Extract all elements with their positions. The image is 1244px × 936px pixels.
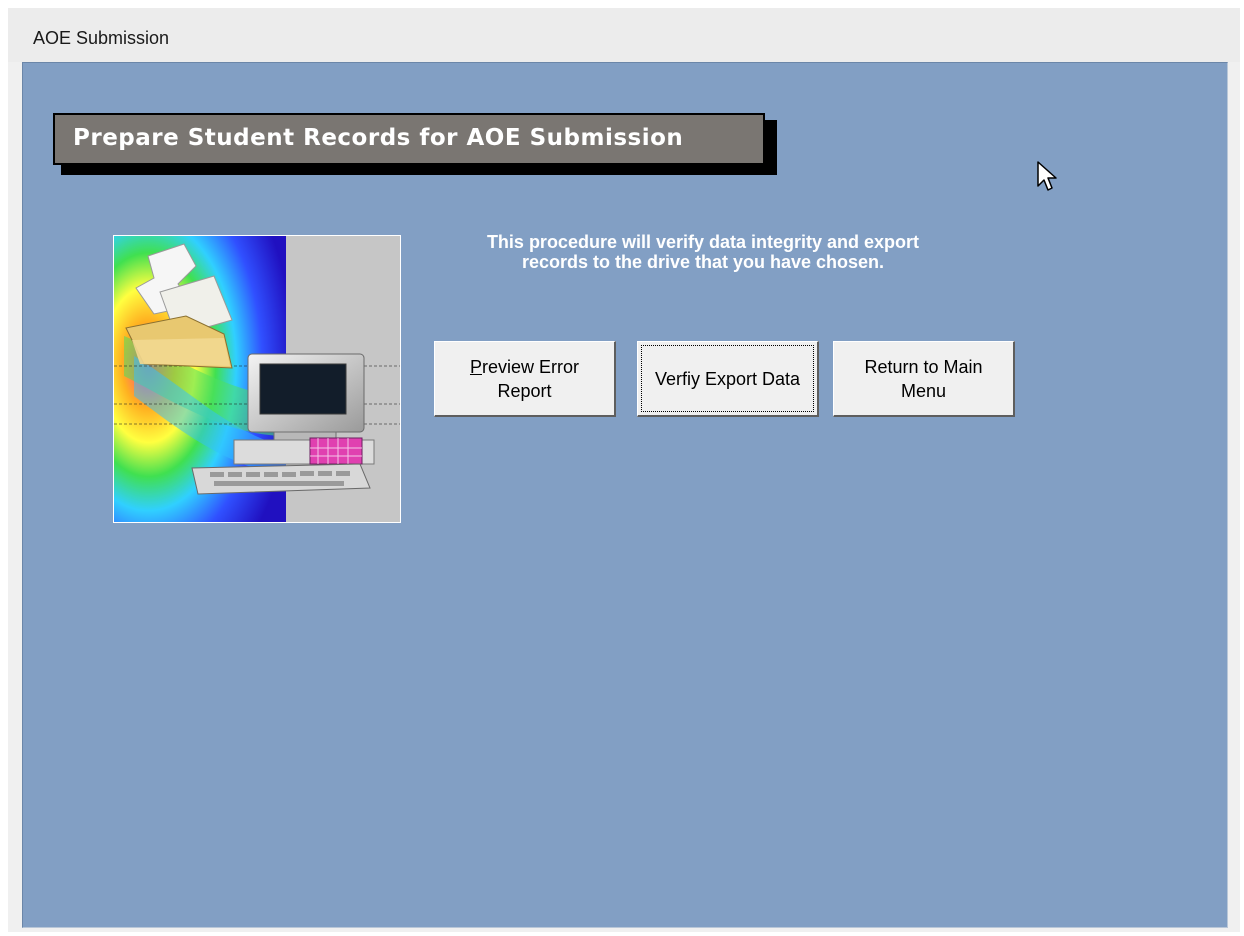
return-button-label-line-1: Return to Main (864, 356, 983, 377)
return-to-main-menu-button[interactable]: Return to Main Menu (833, 341, 1015, 417)
page-banner: Prepare Student Records for AOE Submissi… (53, 113, 765, 165)
computer-documents-illustration (113, 235, 401, 523)
preview-button-label-line-2: Report (497, 380, 552, 401)
window-title: AOE Submission (33, 28, 170, 48)
return-button-label-line-2: Menu (900, 380, 947, 401)
verify-export-data-button[interactable]: Verfiy Export Data (637, 341, 819, 417)
page-title: Prepare Student Records for AOE Submissi… (73, 125, 684, 151)
description-line-1: This procedure will verify data integrit… (486, 232, 920, 252)
title-bar[interactable]: AOE Submission (8, 8, 1240, 62)
preview-error-report-button[interactable]: Preview Error Report (434, 341, 616, 417)
procedure-description: This procedure will verify data integrit… (425, 232, 981, 272)
app-window: AOE Submission Prepare Student Records f… (8, 8, 1240, 932)
verify-button-label: Verfiy Export Data (654, 368, 801, 389)
preview-button-label-line-1: review Error (482, 356, 580, 377)
preview-accelerator: P (469, 356, 482, 377)
mouse-pointer-icon (1037, 161, 1057, 191)
description-line-2: records to the drive that you have chose… (521, 252, 885, 272)
